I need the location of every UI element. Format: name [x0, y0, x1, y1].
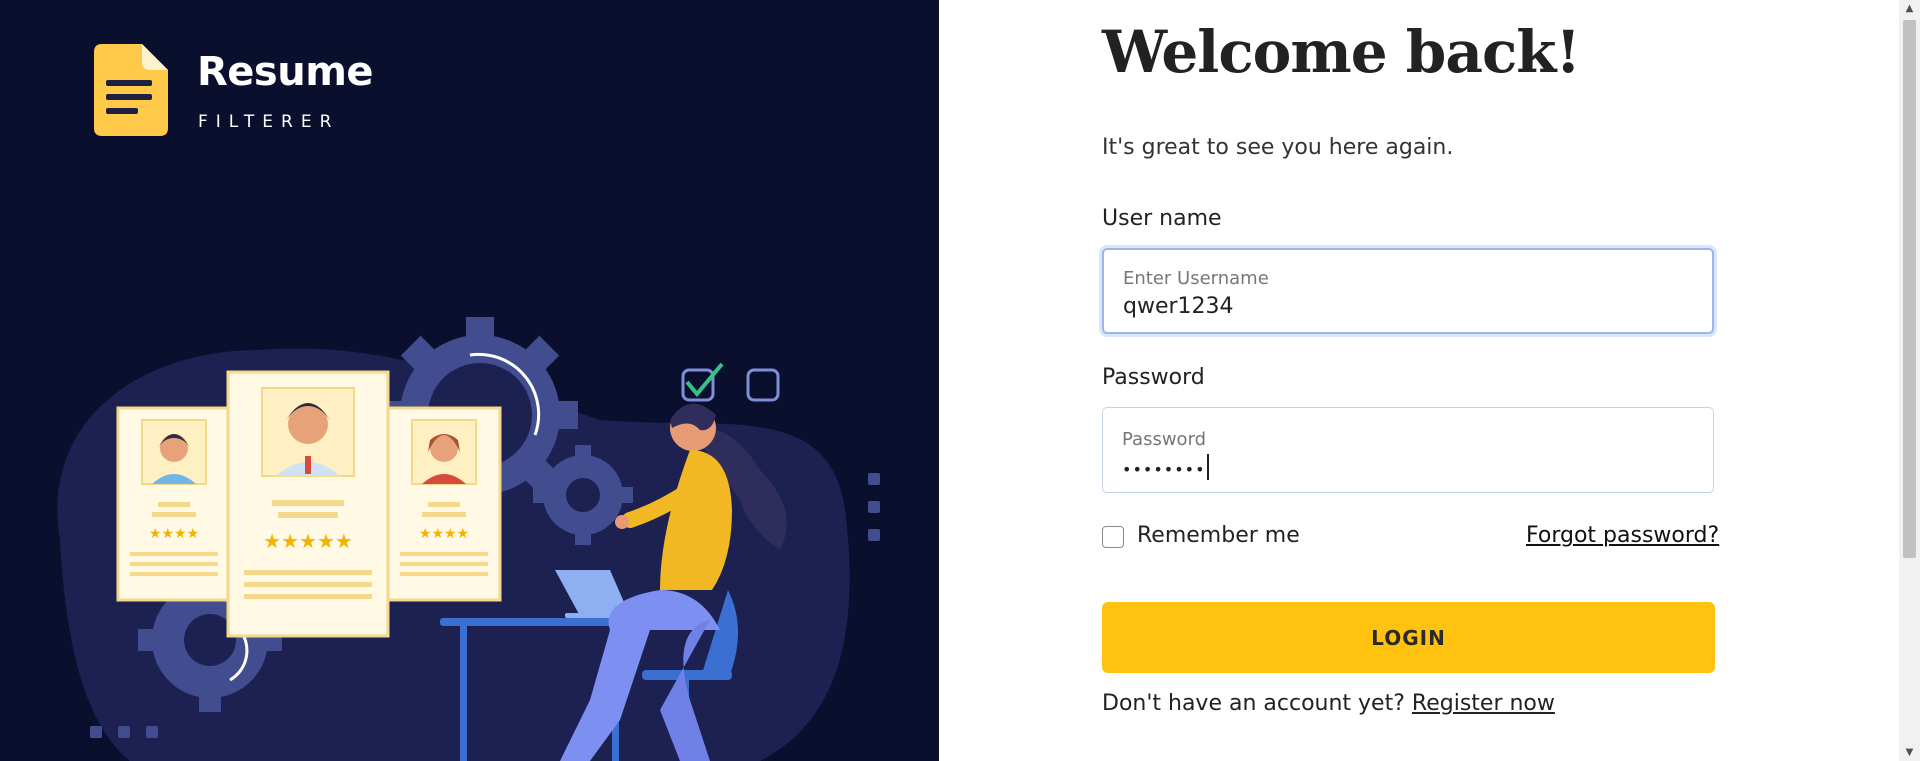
- password-label: Password: [1102, 365, 1205, 390]
- hiring-illustration: ★★★★ ★★★★ ★★★★★: [57, 317, 880, 761]
- remember-me-label[interactable]: Remember me: [1137, 523, 1300, 548]
- username-value: qwer1234: [1123, 294, 1234, 319]
- svg-text:★★★★★: ★★★★★: [263, 529, 353, 553]
- scroll-down-arrow-icon[interactable]: ▼: [1899, 744, 1920, 761]
- username-label: User name: [1102, 206, 1222, 231]
- remember-me-checkbox[interactable]: [1102, 526, 1124, 548]
- subtitle: It's great to see you here again.: [1102, 135, 1454, 160]
- vertical-scrollbar[interactable]: ▲ ▼: [1899, 0, 1920, 761]
- document-icon: [94, 44, 168, 136]
- username-placeholder: Enter Username: [1123, 268, 1269, 289]
- scroll-up-arrow-icon[interactable]: ▲: [1899, 0, 1920, 17]
- password-value: ••••••••: [1122, 454, 1209, 480]
- register-link[interactable]: Register now: [1412, 691, 1555, 716]
- page-title: Welcome back!: [1102, 18, 1581, 86]
- login-panel: Welcome back! It's great to see you here…: [939, 0, 1899, 761]
- password-input[interactable]: Password ••••••••: [1102, 407, 1714, 493]
- forgot-password-link[interactable]: Forgot password?: [1526, 523, 1719, 548]
- branding-panel: Resume FILTERER ★★★★ ★★★★ ★★★★★: [0, 0, 939, 761]
- register-prompt: Don't have an account yet? Register now: [1102, 691, 1555, 716]
- svg-text:★★★★: ★★★★: [419, 526, 469, 542]
- password-placeholder: Password: [1122, 429, 1207, 450]
- username-input[interactable]: Enter Username qwer1234: [1102, 248, 1714, 334]
- no-account-text: Don't have an account yet?: [1102, 691, 1405, 716]
- svg-text:★★★★: ★★★★: [149, 526, 199, 542]
- brand-subtitle: FILTERER: [198, 112, 340, 132]
- login-button[interactable]: LOGIN: [1102, 602, 1715, 673]
- brand-title: Resume: [197, 49, 374, 95]
- scrollbar-thumb[interactable]: [1903, 20, 1916, 558]
- text-caret: [1206, 454, 1209, 480]
